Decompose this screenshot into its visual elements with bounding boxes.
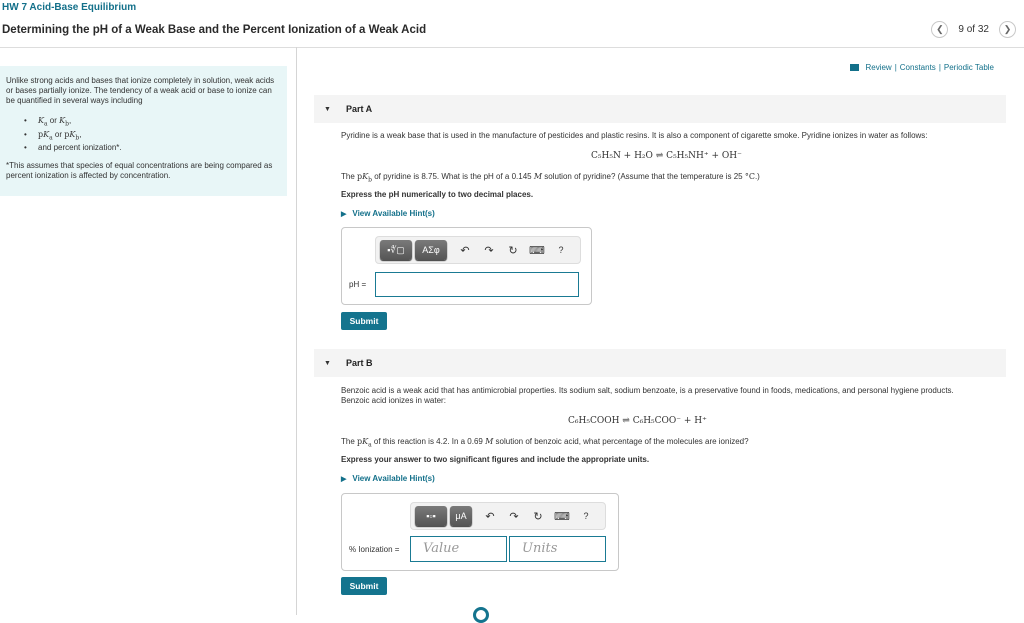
ionization-label: % Ionization = [349, 545, 400, 554]
part-b-answer-box: ▪▫▪ μA ↶ ↷ ↻ ⌨ ? % Ionization = Value Un… [341, 493, 619, 571]
breadcrumb-link[interactable]: HW 7 Acid-Base Equilibrium [2, 2, 136, 13]
part-b-label: Part B [345, 358, 373, 368]
caret-down-icon[interactable]: ▼ [324, 106, 331, 113]
part-b-question: The pKa of this reaction is 4.2. In a 0.… [341, 437, 749, 449]
constants-link[interactable]: Constants [900, 63, 936, 72]
header-divider [0, 47, 1024, 48]
feedback-icon[interactable] [473, 607, 489, 623]
hint-link[interactable]: View Available Hint(s) [352, 474, 434, 483]
ph-label: pH = [349, 280, 367, 289]
breadcrumb[interactable]: HW 7 Acid-Base Equilibrium [2, 2, 136, 13]
part-b-hint-toggle[interactable]: ▶ View Available Hint(s) [341, 474, 435, 483]
help-icon[interactable]: ? [574, 511, 598, 521]
units-input[interactable]: Units [509, 536, 606, 562]
separator: | [938, 63, 941, 72]
undo-icon[interactable]: ↶ [478, 510, 502, 523]
chevron-right-icon[interactable]: ❯ [999, 21, 1016, 38]
ph-input[interactable] [375, 272, 579, 297]
caret-right-icon: ▶ [341, 210, 347, 218]
keyboard-icon[interactable]: ⌨ [525, 244, 549, 257]
help-icon[interactable]: ? [549, 245, 573, 255]
undo-icon[interactable]: ↶ [453, 244, 477, 257]
review-link[interactable]: Review [865, 63, 891, 72]
part-a-answer-box: ▪∜▢ ΑΣφ ↶ ↷ ↻ ⌨ ? pH = [341, 227, 592, 305]
list-item: Ka or Kb, [24, 116, 281, 130]
caret-right-icon: ▶ [341, 475, 347, 483]
redo-icon[interactable]: ↷ [477, 244, 501, 257]
part-a-hint-toggle[interactable]: ▶ View Available Hint(s) [341, 209, 435, 218]
separator: | [894, 63, 897, 72]
math-toolbar: ▪▫▪ μA ↶ ↷ ↻ ⌨ ? [410, 502, 606, 530]
measures-list: Ka or Kb, pKa or pKb, and percent ioniza… [6, 116, 281, 153]
part-b-header[interactable]: ▼ Part B [314, 349, 1006, 377]
part-a-submit-button[interactable]: Submit [341, 312, 387, 330]
periodic-table-link[interactable]: Periodic Table [944, 63, 994, 72]
part-a-header[interactable]: ▼ Part A [314, 95, 1006, 123]
reset-icon[interactable]: ↻ [526, 510, 550, 523]
templates-button[interactable]: ▪▫▪ [415, 506, 447, 526]
part-a-label: Part A [345, 104, 373, 114]
intro-text: Unlike strong acids and bases that ioniz… [6, 76, 275, 105]
part-a-intro: Pyridine is a weak base that is used in … [341, 131, 928, 140]
pager-label: 9 of 32 [958, 24, 989, 35]
part-a-instruction: Express the pH numerically to two decima… [341, 190, 534, 199]
part-a-question: The pKb of pyridine is 8.75. What is the… [341, 172, 760, 184]
caret-down-icon[interactable]: ▼ [324, 360, 331, 367]
keyboard-icon[interactable]: ⌨ [550, 510, 574, 523]
list-item: pKa or pKb, [24, 130, 281, 144]
column-divider [296, 47, 297, 615]
templates-button[interactable]: ▪∜▢ [380, 240, 412, 260]
intro-panel: Unlike strong acids and bases that ioniz… [0, 66, 287, 196]
units-button[interactable]: μA [450, 506, 472, 526]
reset-icon[interactable]: ↻ [501, 244, 525, 257]
chevron-left-icon[interactable]: ❮ [931, 21, 949, 38]
math-toolbar: ▪∜▢ ΑΣφ ↶ ↷ ↻ ⌨ ? [375, 236, 581, 264]
value-input[interactable]: Value [410, 536, 507, 562]
redo-icon[interactable]: ↷ [502, 510, 526, 523]
list-item: and percent ionization*. [24, 143, 281, 153]
page-title: Determining the pH of a Weak Base and th… [2, 24, 427, 36]
book-icon [849, 64, 860, 71]
greek-symbols-button[interactable]: ΑΣφ [415, 240, 447, 260]
part-b-instruction: Express your answer to two significant f… [341, 455, 650, 464]
resource-links: Review | Constants | Periodic Table [849, 63, 994, 72]
part-b-equation: C₆H₅COOH ⇌ C₆H₅COO⁻ + H⁺ [568, 416, 707, 426]
part-b-intro: Benzoic acid is a weak acid that has ant… [341, 386, 954, 405]
part-a-equation: C₅H₅N + H₂O ⇌ C₅H₅NH⁺ + OH⁻ [591, 151, 742, 161]
part-b-submit-button[interactable]: Submit [341, 577, 387, 595]
pager: ❮ 9 of 32 ❯ [931, 21, 1016, 38]
footnote: *This assumes that species of equal conc… [6, 161, 273, 181]
hint-link[interactable]: View Available Hint(s) [352, 209, 434, 218]
